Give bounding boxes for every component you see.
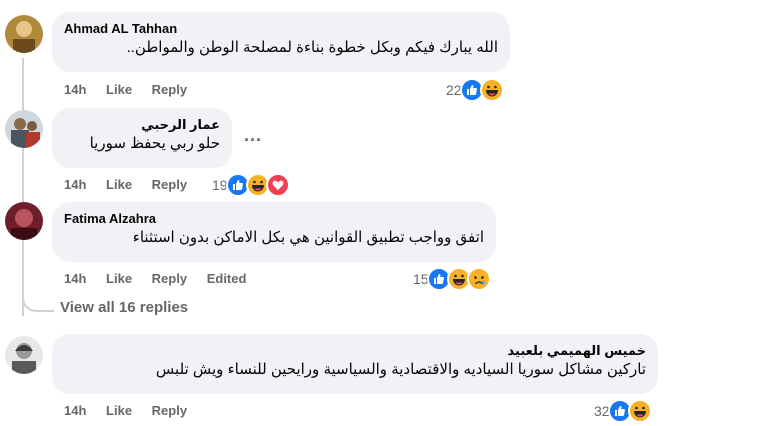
reaction-summary[interactable]: 19 <box>212 173 290 197</box>
comment-bubble: خميس الهميمي بلعبيد تاركين مشاكل سوريا ا… <box>52 334 658 394</box>
comment-text: تاركين مشاكل سوريا السياديه والاقتصادية … <box>155 361 646 378</box>
comment-actions: 14h Like Reply Edited <box>64 271 262 286</box>
reply-thread-line <box>22 58 24 316</box>
like-button[interactable]: Like <box>106 271 132 286</box>
avatar[interactable] <box>5 336 43 374</box>
haha-icon <box>627 399 652 423</box>
comment-bubble: Ahmad AL Tahhan الله يبارك فيكم وبكل خطو… <box>52 12 510 72</box>
reaction-summary[interactable]: 15 <box>413 267 491 291</box>
comment-time[interactable]: 14h <box>64 271 86 286</box>
reply-button[interactable]: Reply <box>152 271 187 286</box>
comment-author[interactable]: عمار الرحبي <box>64 116 220 133</box>
comment-actions: 14h Like Reply <box>64 403 203 418</box>
sad-icon <box>466 267 491 291</box>
comment-author[interactable]: Ahmad AL Tahhan <box>64 20 498 37</box>
like-button[interactable]: Like <box>106 82 132 97</box>
comment-bubble: عمار الرحبي حلو ربي يحفظ سوريا <box>52 108 232 168</box>
avatar[interactable] <box>5 110 43 148</box>
more-options-button[interactable]: ... <box>244 125 262 146</box>
comment-text: حلو ربي يحفظ سوريا <box>89 135 220 152</box>
avatar[interactable] <box>5 15 43 53</box>
comment-time[interactable]: 14h <box>64 82 86 97</box>
comment-author[interactable]: خميس الهميمي بلعبيد <box>64 342 646 359</box>
comment-time[interactable]: 14h <box>64 177 86 192</box>
reply-thread-curve <box>22 286 54 312</box>
haha-icon <box>479 78 504 102</box>
reply-button[interactable]: Reply <box>152 403 187 418</box>
like-button[interactable]: Like <box>106 403 132 418</box>
view-all-replies-link[interactable]: View all 16 replies <box>60 299 188 316</box>
reaction-summary[interactable]: 22 <box>446 78 504 102</box>
edited-label: Edited <box>206 271 247 286</box>
reaction-summary[interactable]: 32 <box>594 399 652 423</box>
comment-time[interactable]: 14h <box>64 403 86 418</box>
avatar[interactable] <box>5 202 43 240</box>
comment-actions: 14h Like Reply <box>64 82 203 97</box>
like-button[interactable]: Like <box>106 177 132 192</box>
comment-bubble: Fatima Alzahra اتفق وواجب تطبيق القوانين… <box>52 202 496 262</box>
comment-actions: 14h Like Reply <box>64 177 203 192</box>
comment-text: الله يبارك فيكم وبكل خطوة بناءة لمصلحة ا… <box>126 39 498 56</box>
reply-button[interactable]: Reply <box>152 177 187 192</box>
reply-button[interactable]: Reply <box>152 82 187 97</box>
love-icon <box>265 173 290 197</box>
comment-text: اتفق وواجب تطبيق القوانين هي بكل الاماكن… <box>132 229 484 246</box>
comment-author[interactable]: Fatima Alzahra <box>64 210 484 227</box>
